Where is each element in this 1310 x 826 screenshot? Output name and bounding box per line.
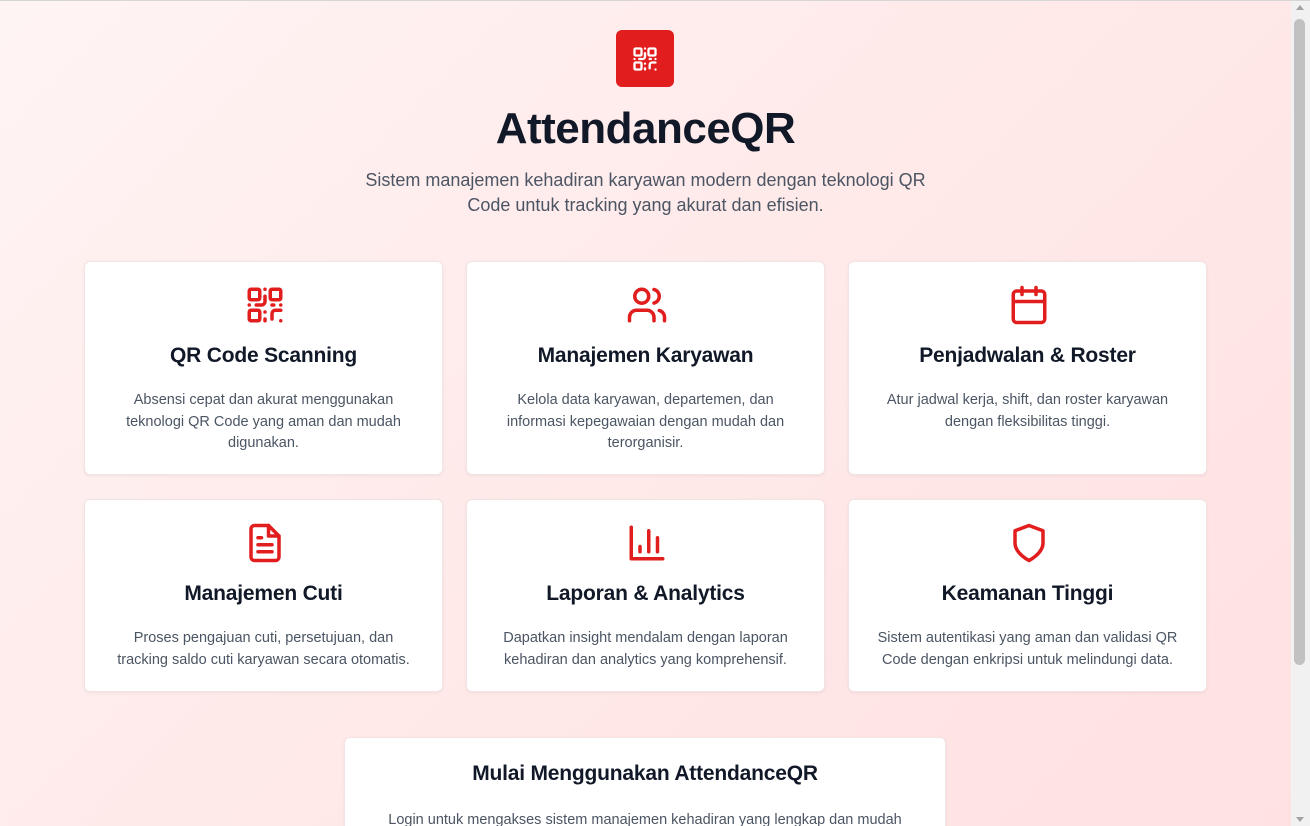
feature-title: Laporan & Analytics bbox=[546, 582, 745, 605]
logo bbox=[616, 30, 674, 87]
feature-title: Manajemen Karyawan bbox=[537, 344, 754, 367]
scrollbar-thumb[interactable] bbox=[1294, 19, 1305, 665]
feature-description: Atur jadwal kerja, shift, dan roster kar… bbox=[886, 392, 1169, 430]
cta-card: Mulai Menggunakan AttendanceQR Login unt… bbox=[344, 737, 946, 826]
users-icon bbox=[627, 287, 667, 323]
feature-card-scheduling: Penjadwalan & Roster Atur jadwal kerja, … bbox=[848, 261, 1207, 475]
feature-card-employee-management: Manajemen Karyawan Kelola data karyawan,… bbox=[466, 261, 825, 475]
bar-chart-icon bbox=[629, 525, 665, 561]
feature-card-qr-scanning: QR Code Scanning Absensi cepat dan akura… bbox=[84, 261, 443, 475]
file-text-icon bbox=[249, 523, 281, 563]
calendar-icon bbox=[1011, 285, 1047, 325]
scroll-up-arrow-icon[interactable] bbox=[1296, 5, 1304, 10]
feature-title: QR Code Scanning bbox=[170, 344, 357, 367]
page-subtitle: Sistem manajemen kehadiran karyawan mode… bbox=[365, 170, 926, 215]
landing-page: AttendanceQR Sistem manajemen kehadiran … bbox=[0, 0, 1291, 826]
feature-description: Kelola data karyawan, departemen, dan in… bbox=[506, 392, 785, 451]
vertical-scrollbar[interactable] bbox=[1291, 1, 1310, 826]
qr-code-icon bbox=[247, 287, 283, 323]
feature-card-security: Keamanan Tinggi Sistem autentikasi yang … bbox=[848, 499, 1207, 692]
feature-card-leave-management: Manajemen Cuti Proses pengajuan cuti, pe… bbox=[84, 499, 443, 692]
scroll-down-arrow-icon[interactable] bbox=[1296, 817, 1304, 822]
qr-code-icon bbox=[633, 46, 657, 71]
feature-title: Keamanan Tinggi bbox=[941, 582, 1114, 605]
feature-description: Sistem autentikasi yang aman dan validas… bbox=[877, 630, 1178, 668]
feature-title: Manajemen Cuti bbox=[184, 582, 343, 605]
feature-description: Proses pengajuan cuti, persetujuan, dan … bbox=[117, 630, 410, 668]
feature-card-reports: Laporan & Analytics Dapatkan insight men… bbox=[466, 499, 825, 692]
shield-icon bbox=[1013, 523, 1045, 563]
feature-title: Penjadwalan & Roster bbox=[919, 344, 1136, 367]
cta-title: Mulai Menggunakan AttendanceQR bbox=[472, 762, 818, 785]
page-title: AttendanceQR bbox=[495, 104, 796, 153]
feature-description: Dapatkan insight mendalam dengan laporan… bbox=[503, 630, 788, 668]
cta-description: Login untuk mengakses sistem manajemen k… bbox=[388, 812, 902, 826]
feature-description: Absensi cepat dan akurat menggunakan tek… bbox=[126, 392, 401, 451]
